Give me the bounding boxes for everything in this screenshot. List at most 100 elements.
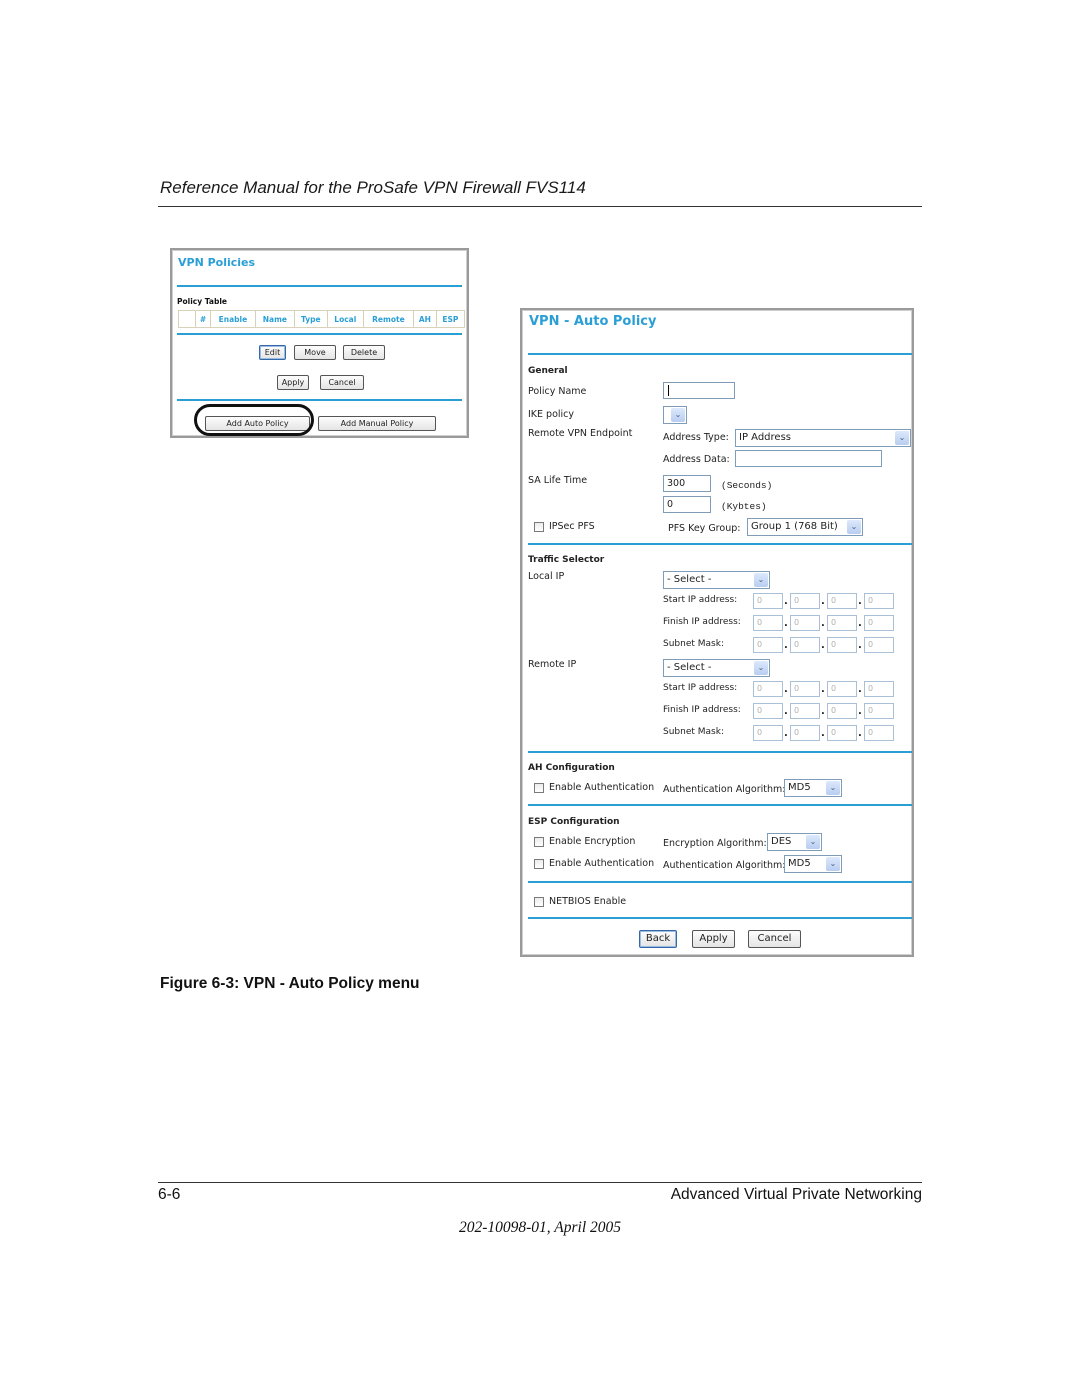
esp-enable-authentication-checkbox[interactable] <box>534 859 544 869</box>
local-finish-ip-octet-1[interactable]: 0 <box>753 615 783 631</box>
octet-separator: . <box>784 728 788 739</box>
esp-enable-encryption-checkbox[interactable] <box>534 837 544 847</box>
esp-enable-encryption-label: Enable Encryption <box>549 836 636 847</box>
policy-table-label: Policy Table <box>177 297 227 306</box>
remote-ip-label: Remote IP <box>528 659 577 670</box>
apply-button[interactable]: Apply <box>277 375 309 390</box>
traffic-selector-heading: Traffic Selector <box>528 555 605 565</box>
policy-table-header-row: # Enable Name Type Local Remote AH ESP <box>178 310 466 328</box>
esp-encryption-algorithm-label: Encryption Algorithm: <box>663 838 767 849</box>
general-heading: General <box>528 366 568 376</box>
address-data-input[interactable] <box>735 450 882 467</box>
col-name: Name <box>254 310 295 328</box>
ah-auth-algorithm-select[interactable]: MD5 ⌄ <box>784 779 842 797</box>
netbios-enable-label: NETBIOS Enable <box>549 896 627 907</box>
local-subnet-mask-octet-1[interactable]: 0 <box>753 637 783 653</box>
local-start-ip-octet-2[interactable]: 0 <box>790 593 820 609</box>
esp-encryption-algorithm-select[interactable]: DES ⌄ <box>767 833 822 851</box>
remote-start-ip-octet-2[interactable]: 0 <box>790 681 820 697</box>
local-subnet-mask-octet-2[interactable]: 0 <box>790 637 820 653</box>
octet-separator: . <box>784 618 788 629</box>
remote-start-ip-octet-1[interactable]: 0 <box>753 681 783 697</box>
local-subnet-mask-octet-4[interactable]: 0 <box>864 637 894 653</box>
local-start-ip-octet-3[interactable]: 0 <box>827 593 857 609</box>
local-ip-select[interactable]: - Select - ⌄ <box>663 571 770 589</box>
move-button[interactable]: Move <box>294 345 336 360</box>
esp-auth-algorithm-select[interactable]: MD5 ⌄ <box>784 855 842 873</box>
local-subnet-mask-octet-3[interactable]: 0 <box>827 637 857 653</box>
remote-start-ip-octet-3[interactable]: 0 <box>827 681 857 697</box>
ah-enable-authentication-checkbox[interactable] <box>534 783 544 793</box>
octet-separator: . <box>858 728 862 739</box>
octet-separator: . <box>858 640 862 651</box>
local-start-ip-octet-1[interactable]: 0 <box>753 593 783 609</box>
remote-finish-ip-octet-4[interactable]: 0 <box>864 703 894 719</box>
vpn-policies-screenshot: VPN Policies Policy Table # Enable Name … <box>170 248 469 438</box>
policy-name-input[interactable] <box>663 382 735 399</box>
octet-separator: . <box>784 640 788 651</box>
local-finish-ip-octet-3[interactable]: 0 <box>827 615 857 631</box>
pfs-key-group-select[interactable]: Group 1 (768 Bit) ⌄ <box>747 518 863 536</box>
col-number: # <box>195 310 211 328</box>
sa-life-time-label: SA Life Time <box>528 475 588 486</box>
ipsec-pfs-checkbox[interactable] <box>534 522 544 532</box>
divider <box>177 399 462 401</box>
col-remote: Remote <box>362 310 414 328</box>
local-finish-ip-octet-4[interactable]: 0 <box>864 615 894 631</box>
local-finish-ip-octet-2[interactable]: 0 <box>790 615 820 631</box>
local-ip-label: Local IP <box>528 571 565 582</box>
divider <box>177 333 462 335</box>
remote-subnet-mask-octet-2[interactable]: 0 <box>790 725 820 741</box>
remote-finish-ip-octet-3[interactable]: 0 <box>827 703 857 719</box>
remote-start-ip-label: Start IP address: <box>663 683 738 693</box>
apply-button[interactable]: Apply <box>692 930 735 948</box>
ah-configuration-heading: AH Configuration <box>528 763 615 773</box>
octet-separator: . <box>821 684 825 695</box>
address-data-label: Address Data: <box>663 454 730 465</box>
vpn-auto-policy-screenshot: VPN - Auto Policy General Policy Name IK… <box>520 308 914 957</box>
cancel-button[interactable]: Cancel <box>748 930 801 948</box>
cancel-button[interactable]: Cancel <box>320 375 364 390</box>
sa-kbytes-unit: (Kybtes) <box>721 501 767 512</box>
divider <box>528 881 912 883</box>
sa-kbytes-input[interactable]: 0 <box>663 496 711 513</box>
octet-separator: . <box>858 706 862 717</box>
col-select <box>178 310 196 328</box>
sa-seconds-unit: (Seconds) <box>721 480 773 491</box>
delete-button[interactable]: Delete <box>343 345 385 360</box>
ike-policy-select[interactable]: ⌄ <box>663 406 687 424</box>
remote-subnet-mask-octet-4[interactable]: 0 <box>864 725 894 741</box>
remote-start-ip-octet-4[interactable]: 0 <box>864 681 894 697</box>
chevron-down-icon: ⌄ <box>895 431 909 445</box>
policy-table: # Enable Name Type Local Remote AH ESP <box>178 310 466 328</box>
document-id: 202-10098-01, April 2005 <box>458 1219 622 1236</box>
octet-separator: . <box>858 596 862 607</box>
remote-subnet-mask-label: Subnet Mask: <box>663 727 724 737</box>
ipsec-pfs-label: IPSec PFS <box>549 521 595 532</box>
footer-divider <box>158 1182 922 1183</box>
esp-enable-authentication-label: Enable Authentication <box>549 858 655 869</box>
remote-subnet-mask-octet-3[interactable]: 0 <box>827 725 857 741</box>
document-header-title: Reference Manual for the ProSafe VPN Fir… <box>160 178 586 197</box>
sa-seconds-input[interactable]: 300 <box>663 475 711 492</box>
back-button[interactable]: Back <box>639 930 677 948</box>
divider <box>528 804 912 806</box>
add-manual-policy-button[interactable]: Add Manual Policy <box>318 416 436 431</box>
netbios-enable-checkbox[interactable] <box>534 897 544 907</box>
octet-separator: . <box>821 640 825 651</box>
local-subnet-mask-label: Subnet Mask: <box>663 639 724 649</box>
address-type-select[interactable]: IP Address ⌄ <box>735 429 911 447</box>
remote-ip-select[interactable]: - Select - ⌄ <box>663 659 770 677</box>
figure-caption: Figure 6-3: VPN - Auto Policy menu <box>160 975 420 992</box>
section-title: Advanced Virtual Private Networking <box>670 1186 922 1203</box>
remote-subnet-mask-octet-1[interactable]: 0 <box>753 725 783 741</box>
local-start-ip-octet-4[interactable]: 0 <box>864 593 894 609</box>
octet-separator: . <box>821 596 825 607</box>
remote-finish-ip-octet-1[interactable]: 0 <box>753 703 783 719</box>
edit-button[interactable]: Edit <box>259 345 286 360</box>
address-type-label: Address Type: <box>663 432 729 443</box>
divider <box>528 543 912 545</box>
chevron-down-icon: ⌄ <box>806 835 820 849</box>
local-start-ip-label: Start IP address: <box>663 595 738 605</box>
remote-finish-ip-octet-2[interactable]: 0 <box>790 703 820 719</box>
